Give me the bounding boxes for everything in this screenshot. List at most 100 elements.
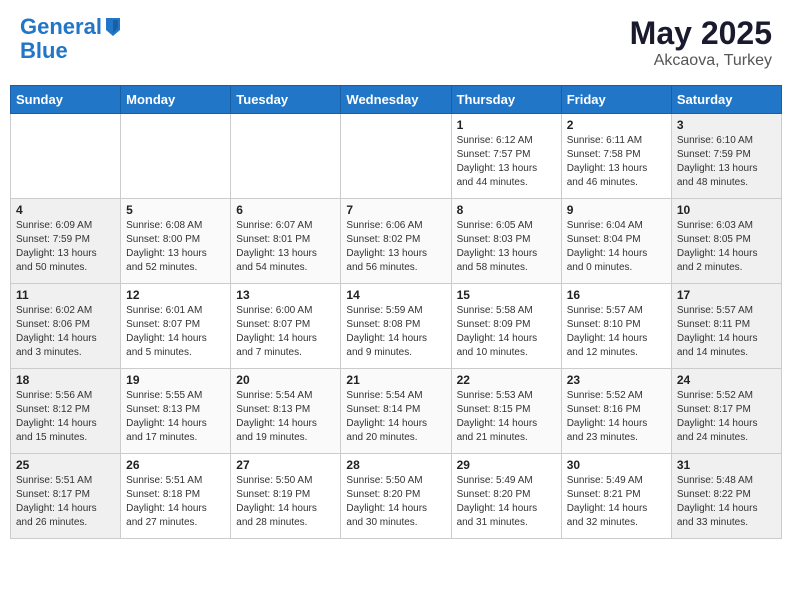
day-info: Sunrise: 6:12 AM Sunset: 7:57 PM Dayligh…	[457, 134, 556, 190]
calendar-cell: 26Sunrise: 5:51 AM Sunset: 8:18 PM Dayli…	[121, 454, 231, 539]
calendar-cell: 13 Sunrise: 6:00 AM Sunset: 8:07 PM Dayli…	[231, 284, 341, 369]
day-info: Sunrise: 5:59 AM Sunset: 8:08 PM Dayligh…	[346, 304, 445, 360]
logo-icon	[104, 16, 122, 38]
day-info: Sunrise: 5:58 AM Sunset: 8:09 PM Dayligh…	[457, 304, 556, 360]
day-number: 14	[346, 288, 445, 302]
day-info: Sunrise: 5:52 AM Sunset: 8:17 PM Dayligh…	[677, 389, 776, 445]
day-number: 5	[126, 203, 225, 217]
day-number: 9	[567, 203, 666, 217]
calendar-week-3: 11 Sunrise: 6:02 AM Sunset: 8:06 PM Dayli…	[11, 284, 782, 369]
day-number: 18	[16, 373, 115, 387]
day-number: 29	[457, 458, 556, 472]
calendar-week-4: 18 Sunrise: 5:56 AM Sunset: 8:12 PM Dayli…	[11, 369, 782, 454]
day-info: Sunrise: 5:54 AM Sunset: 8:13 PM Dayligh…	[236, 389, 335, 445]
day-info: Sunrise: 6:06 AM Sunset: 8:02 PM Dayligh…	[346, 219, 445, 275]
day-info: Sunrise: 5:50 AM Sunset: 8:20 PM Dayligh…	[346, 474, 445, 530]
day-info: Sunrise: 6:02 AM Sunset: 8:06 PM Dayligh…	[16, 304, 115, 360]
day-number: 6	[236, 203, 335, 217]
day-info: Sunrise: 6:04 AM Sunset: 8:04 PM Dayligh…	[567, 219, 666, 275]
day-info: Sunrise: 6:00 AM Sunset: 8:07 PM Dayligh…	[236, 304, 335, 360]
calendar-cell: 17 Sunrise: 5:57 AM Sunset: 8:11 PM Dayli…	[671, 284, 781, 369]
calendar-cell: 28 Sunrise: 5:50 AM Sunset: 8:20 PM Dayli…	[341, 454, 451, 539]
day-number: 1	[457, 118, 556, 132]
calendar-cell: 22 Sunrise: 5:53 AM Sunset: 8:15 PM Dayli…	[451, 369, 561, 454]
day-info: Sunrise: 5:49 AM Sunset: 8:20 PM Dayligh…	[457, 474, 556, 530]
day-info: Sunrise: 5:57 AM Sunset: 8:10 PM Dayligh…	[567, 304, 666, 360]
page-header: General Blue May 2025 Akcaova, Turkey	[10, 10, 782, 75]
day-info: Sunrise: 6:10 AM Sunset: 7:59 PM Dayligh…	[677, 134, 776, 190]
weekday-header-monday: Monday	[121, 86, 231, 114]
calendar-cell: 23 Sunrise: 5:52 AM Sunset: 8:16 PM Dayli…	[561, 369, 671, 454]
calendar-cell: 7 Sunrise: 6:06 AM Sunset: 8:02 PM Daylig…	[341, 199, 451, 284]
day-number: 28	[346, 458, 445, 472]
calendar-cell: 1 Sunrise: 6:12 AM Sunset: 7:57 PM Daylig…	[451, 114, 561, 199]
logo: General Blue	[20, 15, 122, 63]
logo-blue: Blue	[20, 39, 68, 63]
day-info: Sunrise: 6:08 AM Sunset: 8:00 PM Dayligh…	[126, 219, 225, 275]
day-number: 31	[677, 458, 776, 472]
calendar-cell: 3 Sunrise: 6:10 AM Sunset: 7:59 PM Daylig…	[671, 114, 781, 199]
weekday-header-wednesday: Wednesday	[341, 86, 451, 114]
day-info: Sunrise: 6:01 AM Sunset: 8:07 PM Dayligh…	[126, 304, 225, 360]
title-block: May 2025 Akcaova, Turkey	[630, 15, 772, 70]
calendar-cell: 29 Sunrise: 5:49 AM Sunset: 8:20 PM Dayli…	[451, 454, 561, 539]
day-number: 25	[16, 458, 115, 472]
day-number: 22	[457, 373, 556, 387]
day-number: 20	[236, 373, 335, 387]
calendar-cell: 4Sunrise: 6:09 AM Sunset: 7:59 PM Daylig…	[11, 199, 121, 284]
calendar-cell: 14 Sunrise: 5:59 AM Sunset: 8:08 PM Dayli…	[341, 284, 451, 369]
day-info: Sunrise: 5:50 AM Sunset: 8:19 PM Dayligh…	[236, 474, 335, 530]
day-number: 23	[567, 373, 666, 387]
day-number: 12	[126, 288, 225, 302]
weekday-header-saturday: Saturday	[671, 86, 781, 114]
day-info: Sunrise: 5:53 AM Sunset: 8:15 PM Dayligh…	[457, 389, 556, 445]
day-number: 10	[677, 203, 776, 217]
day-number: 27	[236, 458, 335, 472]
calendar-cell: 11 Sunrise: 6:02 AM Sunset: 8:06 PM Dayli…	[11, 284, 121, 369]
calendar-cell: 10 Sunrise: 6:03 AM Sunset: 8:05 PM Dayli…	[671, 199, 781, 284]
day-info: Sunrise: 5:54 AM Sunset: 8:14 PM Dayligh…	[346, 389, 445, 445]
month-year-title: May 2025	[630, 15, 772, 52]
day-info: Sunrise: 6:09 AM Sunset: 7:59 PM Dayligh…	[16, 219, 115, 275]
day-number: 15	[457, 288, 556, 302]
day-info: Sunrise: 6:05 AM Sunset: 8:03 PM Dayligh…	[457, 219, 556, 275]
calendar-cell: 24Sunrise: 5:52 AM Sunset: 8:17 PM Dayli…	[671, 369, 781, 454]
day-info: Sunrise: 5:56 AM Sunset: 8:12 PM Dayligh…	[16, 389, 115, 445]
day-number: 17	[677, 288, 776, 302]
calendar-cell: 15 Sunrise: 5:58 AM Sunset: 8:09 PM Dayli…	[451, 284, 561, 369]
calendar-cell	[121, 114, 231, 199]
day-info: Sunrise: 6:07 AM Sunset: 8:01 PM Dayligh…	[236, 219, 335, 275]
calendar-cell: 18 Sunrise: 5:56 AM Sunset: 8:12 PM Dayli…	[11, 369, 121, 454]
weekday-header-sunday: Sunday	[11, 86, 121, 114]
weekday-header-friday: Friday	[561, 86, 671, 114]
day-number: 21	[346, 373, 445, 387]
day-number: 3	[677, 118, 776, 132]
calendar-cell: 19Sunrise: 5:55 AM Sunset: 8:13 PM Dayli…	[121, 369, 231, 454]
calendar-cell: 20 Sunrise: 5:54 AM Sunset: 8:13 PM Dayli…	[231, 369, 341, 454]
day-number: 30	[567, 458, 666, 472]
day-info: Sunrise: 6:03 AM Sunset: 8:05 PM Dayligh…	[677, 219, 776, 275]
weekday-header-thursday: Thursday	[451, 86, 561, 114]
day-number: 11	[16, 288, 115, 302]
calendar-cell: 6 Sunrise: 6:07 AM Sunset: 8:01 PM Daylig…	[231, 199, 341, 284]
calendar-cell: 31Sunrise: 5:48 AM Sunset: 8:22 PM Dayli…	[671, 454, 781, 539]
calendar-week-1: 1 Sunrise: 6:12 AM Sunset: 7:57 PM Daylig…	[11, 114, 782, 199]
day-number: 2	[567, 118, 666, 132]
calendar-table: SundayMondayTuesdayWednesdayThursdayFrid…	[10, 85, 782, 539]
calendar-cell	[341, 114, 451, 199]
day-info: Sunrise: 5:51 AM Sunset: 8:17 PM Dayligh…	[16, 474, 115, 530]
day-number: 7	[346, 203, 445, 217]
day-number: 13	[236, 288, 335, 302]
calendar-cell: 2Sunrise: 6:11 AM Sunset: 7:58 PM Daylig…	[561, 114, 671, 199]
day-number: 8	[457, 203, 556, 217]
calendar-cell: 12 Sunrise: 6:01 AM Sunset: 8:07 PM Dayli…	[121, 284, 231, 369]
calendar-week-5: 25 Sunrise: 5:51 AM Sunset: 8:17 PM Dayli…	[11, 454, 782, 539]
calendar-cell: 8 Sunrise: 6:05 AM Sunset: 8:03 PM Daylig…	[451, 199, 561, 284]
calendar-cell: 27 Sunrise: 5:50 AM Sunset: 8:19 PM Dayli…	[231, 454, 341, 539]
calendar-cell: 21 Sunrise: 5:54 AM Sunset: 8:14 PM Dayli…	[341, 369, 451, 454]
calendar-cell: 5 Sunrise: 6:08 AM Sunset: 8:00 PM Daylig…	[121, 199, 231, 284]
calendar-cell: 16Sunrise: 5:57 AM Sunset: 8:10 PM Dayli…	[561, 284, 671, 369]
day-info: Sunrise: 5:52 AM Sunset: 8:16 PM Dayligh…	[567, 389, 666, 445]
day-info: Sunrise: 5:57 AM Sunset: 8:11 PM Dayligh…	[677, 304, 776, 360]
calendar-cell: 25 Sunrise: 5:51 AM Sunset: 8:17 PM Dayli…	[11, 454, 121, 539]
